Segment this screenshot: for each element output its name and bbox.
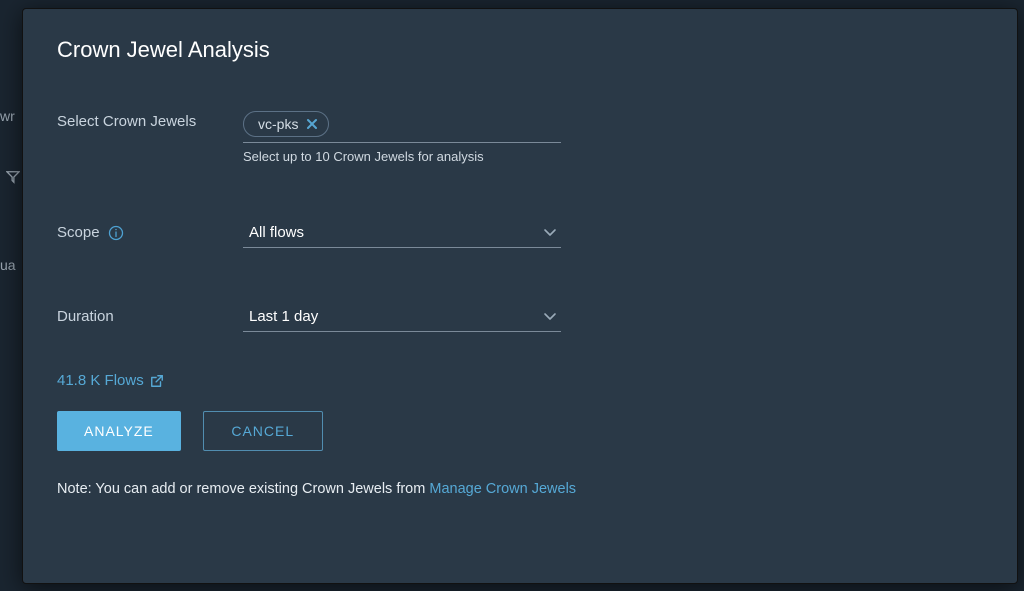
dialog-actions: ANALYZE CANCEL (57, 411, 983, 451)
crown-jewels-row: Select Crown Jewels vc-pks Select up to … (57, 109, 983, 164)
flows-link-text: 41.8 K Flows (57, 372, 144, 389)
flows-count-link[interactable]: 41.8 K Flows (57, 372, 983, 389)
duration-control: Last 1 day (243, 304, 561, 332)
crown-jewels-input[interactable]: vc-pks (243, 109, 561, 143)
chevron-down-icon (543, 228, 557, 238)
crown-jewels-label: Select Crown Jewels (57, 109, 243, 130)
scope-value: All flows (249, 224, 304, 241)
crown-jewels-control: vc-pks Select up to 10 Crown Jewels for … (243, 109, 561, 164)
cancel-button[interactable]: CANCEL (203, 411, 323, 451)
duration-select[interactable]: Last 1 day (243, 304, 561, 332)
duration-row: Duration Last 1 day (57, 304, 983, 332)
filter-icon (6, 170, 20, 184)
chevron-down-icon (543, 312, 557, 322)
chip-label: vc-pks (258, 116, 298, 132)
backdrop-text: ua (0, 257, 16, 273)
backdrop-text: wr (0, 108, 15, 124)
external-link-icon (150, 374, 164, 388)
scope-control: All flows (243, 220, 561, 248)
crown-jewels-helper: Select up to 10 Crown Jewels for analysi… (243, 149, 561, 164)
chip-vc-pks[interactable]: vc-pks (243, 111, 329, 137)
duration-label: Duration (57, 304, 243, 325)
field-label-text: Scope (57, 224, 100, 241)
footer-note-text: Note: You can add or remove existing Cro… (57, 481, 429, 497)
manage-crown-jewels-link[interactable]: Manage Crown Jewels (429, 481, 576, 497)
field-label-text: Select Crown Jewels (57, 113, 196, 130)
field-label-text: Duration (57, 308, 114, 325)
crown-jewel-analysis-dialog: Crown Jewel Analysis Select Crown Jewels… (22, 8, 1018, 584)
analyze-button[interactable]: ANALYZE (57, 411, 181, 451)
remove-chip-icon[interactable] (306, 118, 318, 130)
info-icon[interactable] (108, 225, 124, 241)
dialog-title: Crown Jewel Analysis (57, 37, 983, 63)
scope-select[interactable]: All flows (243, 220, 561, 248)
footer-note: Note: You can add or remove existing Cro… (57, 481, 983, 497)
scope-label: Scope (57, 220, 243, 241)
duration-value: Last 1 day (249, 308, 318, 325)
scope-row: Scope All flows (57, 220, 983, 248)
